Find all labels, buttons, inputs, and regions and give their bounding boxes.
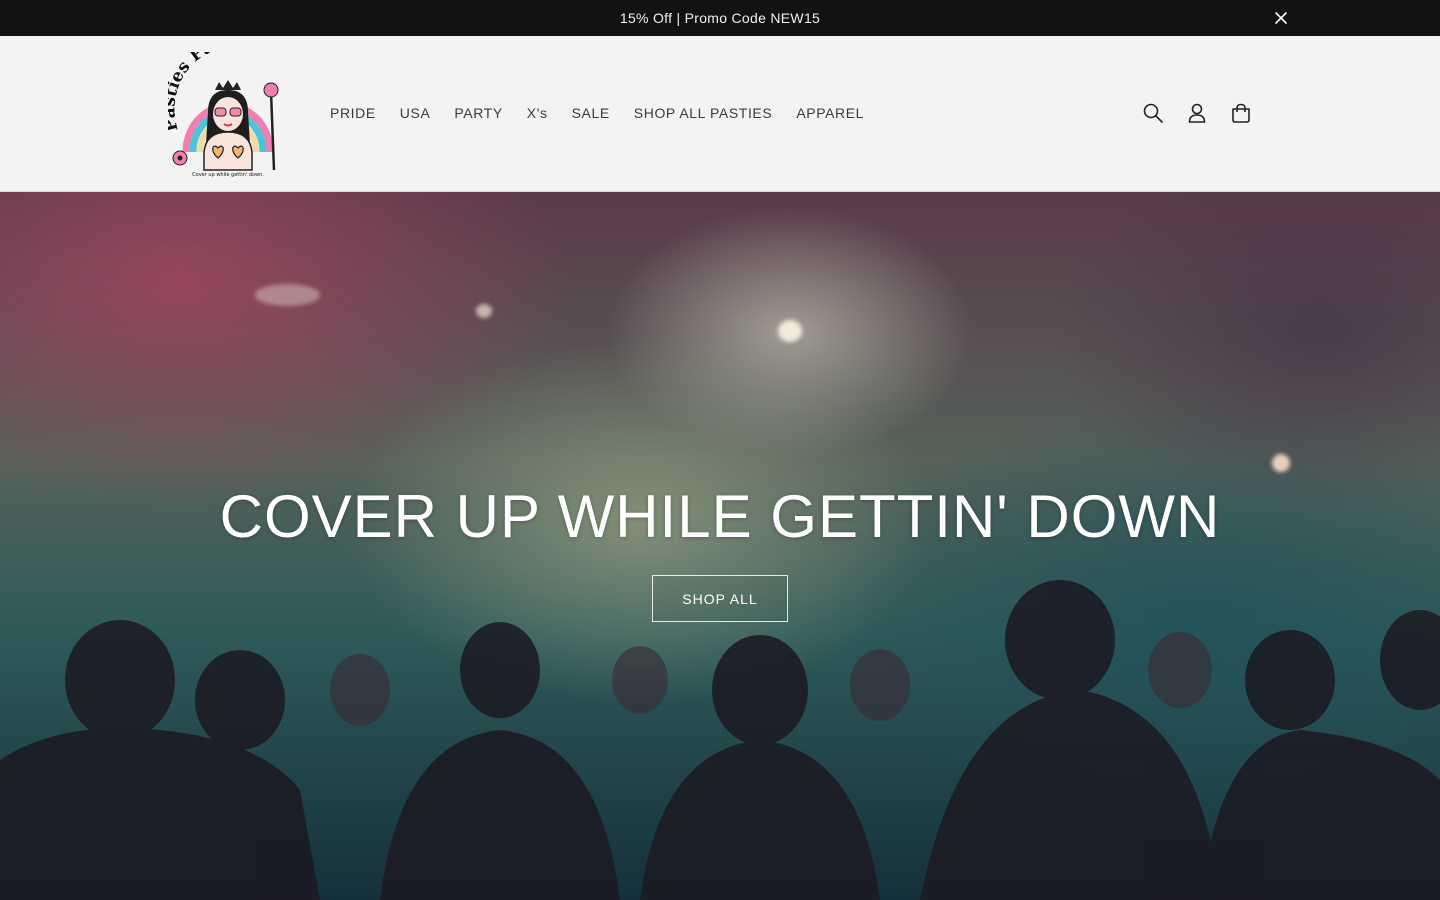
close-icon[interactable] [1272, 9, 1290, 27]
hero-banner: COVER UP WHILE GETTIN' DOWN SHOP ALL [0, 192, 1440, 900]
announcement-text: 15% Off | Promo Code NEW15 [619, 10, 821, 26]
logo-tagline: Cover up while gettin' down. [192, 172, 264, 178]
nav-item-pride[interactable]: PRIDE [318, 105, 388, 121]
nav-item-xs[interactable]: X's [515, 105, 560, 121]
nav-item-usa[interactable]: USA [388, 105, 443, 121]
site-header: Pasties Party Cover up while gettin' dow… [0, 36, 1440, 192]
nav-item-sale[interactable]: SALE [560, 105, 622, 121]
nav-item-apparel[interactable]: APPAREL [784, 105, 876, 121]
account-icon[interactable] [1186, 102, 1208, 124]
brand-logo[interactable]: Pasties Party Cover up while gettin' dow… [168, 52, 288, 178]
shop-all-button[interactable]: SHOP ALL [652, 575, 788, 622]
nav-item-shop-all-pasties[interactable]: SHOP ALL PASTIES [622, 105, 785, 121]
hero-title: COVER UP WHILE GETTIN' DOWN [219, 483, 1221, 550]
cart-icon[interactable] [1230, 102, 1252, 124]
light-haze [255, 284, 320, 306]
search-icon[interactable] [1142, 102, 1164, 124]
announcement-bar: 15% Off | Promo Code NEW15 [0, 0, 1440, 36]
nav-item-party[interactable]: PARTY [442, 105, 514, 121]
light-spot [1272, 454, 1290, 472]
light-spot [476, 304, 492, 318]
header-icons [1142, 100, 1252, 126]
main-nav: PRIDE USA PARTY X's SALE SHOP ALL PASTIE… [318, 100, 876, 126]
hero-content: COVER UP WHILE GETTIN' DOWN SHOP ALL [0, 482, 1440, 622]
light-spot [778, 320, 802, 342]
